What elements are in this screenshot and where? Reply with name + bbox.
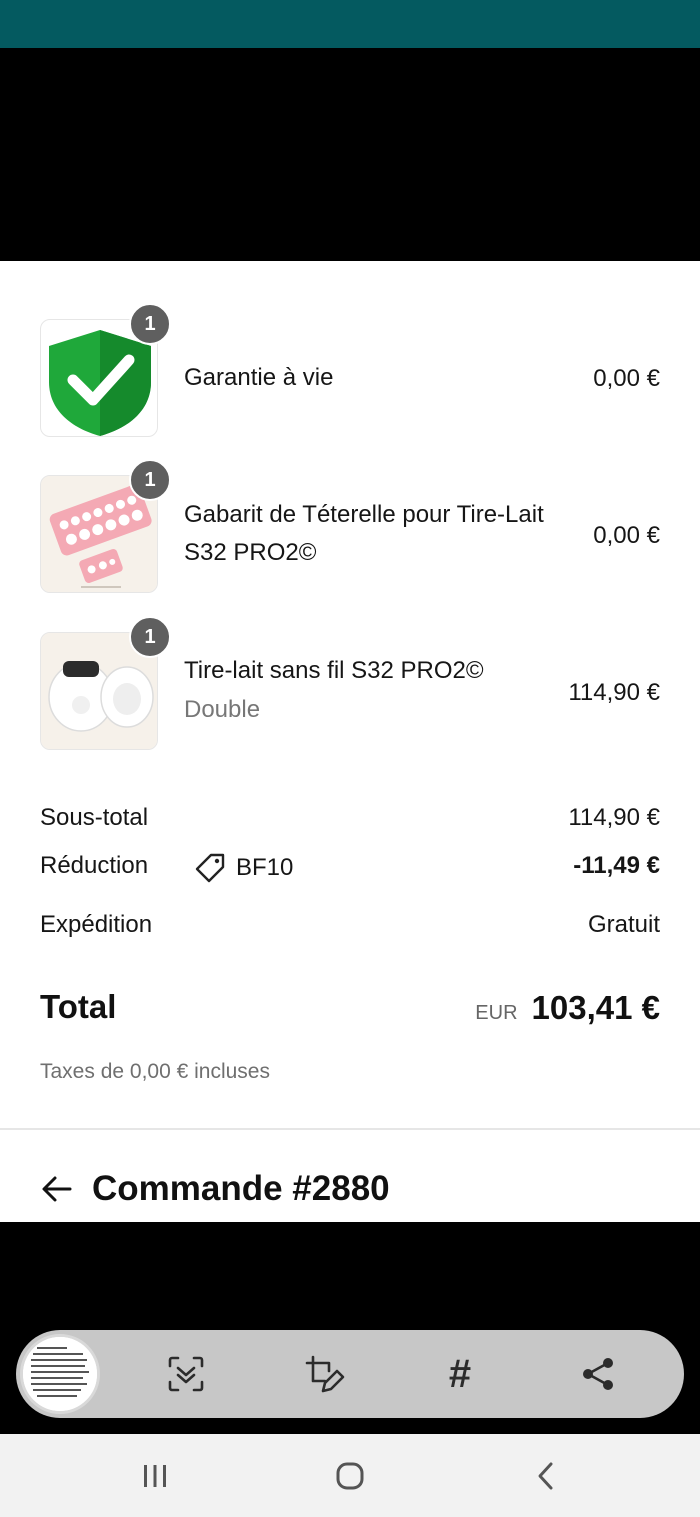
hashtag-icon[interactable]: # xyxy=(438,1352,482,1396)
back-icon[interactable] xyxy=(528,1458,564,1494)
scan-text-icon[interactable] xyxy=(164,1352,208,1396)
status-bar xyxy=(0,0,700,48)
order-header: Commande #2880 xyxy=(40,1169,390,1209)
quantity-badge: 1 xyxy=(129,459,171,501)
home-icon[interactable] xyxy=(332,1458,368,1494)
item-name: Garantie à vie xyxy=(184,364,334,391)
shipping-label: Expédition xyxy=(40,911,153,938)
total-value: 103,41 € xyxy=(531,989,660,1026)
quantity-badge: 1 xyxy=(129,616,171,658)
share-icon[interactable] xyxy=(576,1352,620,1396)
back-arrow-icon[interactable] xyxy=(40,1172,74,1206)
thumbnail-preview xyxy=(23,1337,97,1411)
line-item: 1 Gabarit de Téterelle pour Tire-Lait S3… xyxy=(0,459,700,593)
order-title: Commande #2880 xyxy=(92,1169,390,1208)
discount-value: -11,49 € xyxy=(573,852,660,879)
order-summary-sheet: 1 Garantie à vie 0,00 € 1 Gabarit de Tét… xyxy=(0,261,700,1222)
subtotal-value: 114,90 € xyxy=(568,804,660,831)
item-price: 0,00 € xyxy=(593,365,660,392)
discount-code-text: BF10 xyxy=(236,854,294,881)
tag-icon xyxy=(195,853,225,883)
item-name: Gabarit de Téterelle pour Tire-Lait S32 … xyxy=(184,501,544,566)
total-amount: EUR 103,41 € xyxy=(475,989,660,1027)
recent-apps-icon[interactable] xyxy=(137,1458,173,1494)
item-price: 114,90 € xyxy=(568,679,660,706)
screenshot-blackout-top xyxy=(0,48,700,261)
taxes-note: Taxes de 0,00 € incluses xyxy=(40,1060,270,1083)
discount-label: Réduction xyxy=(40,852,149,879)
subtotal-label: Sous-total xyxy=(40,804,149,831)
divider xyxy=(0,1128,700,1130)
total-label: Total xyxy=(40,988,117,1025)
edit-crop-icon[interactable] xyxy=(302,1352,346,1396)
item-variant: Double xyxy=(184,696,261,723)
line-item: 1 Tire-lait sans fil S32 PRO2© Double 11… xyxy=(0,616,700,750)
screenshot-thumbnail[interactable] xyxy=(20,1334,100,1414)
line-item: 1 Garantie à vie 0,00 € xyxy=(0,303,700,437)
item-name: Tire-lait sans fil S32 PRO2© xyxy=(184,657,484,684)
screenshot-toolbar: # xyxy=(16,1330,684,1418)
item-price: 0,00 € xyxy=(593,522,660,549)
total-currency: EUR xyxy=(475,1002,518,1024)
discount-code: BF10 xyxy=(194,852,293,884)
shipping-value: Gratuit xyxy=(587,911,660,938)
quantity-badge: 1 xyxy=(129,303,171,345)
system-nav-bar xyxy=(0,1434,700,1517)
